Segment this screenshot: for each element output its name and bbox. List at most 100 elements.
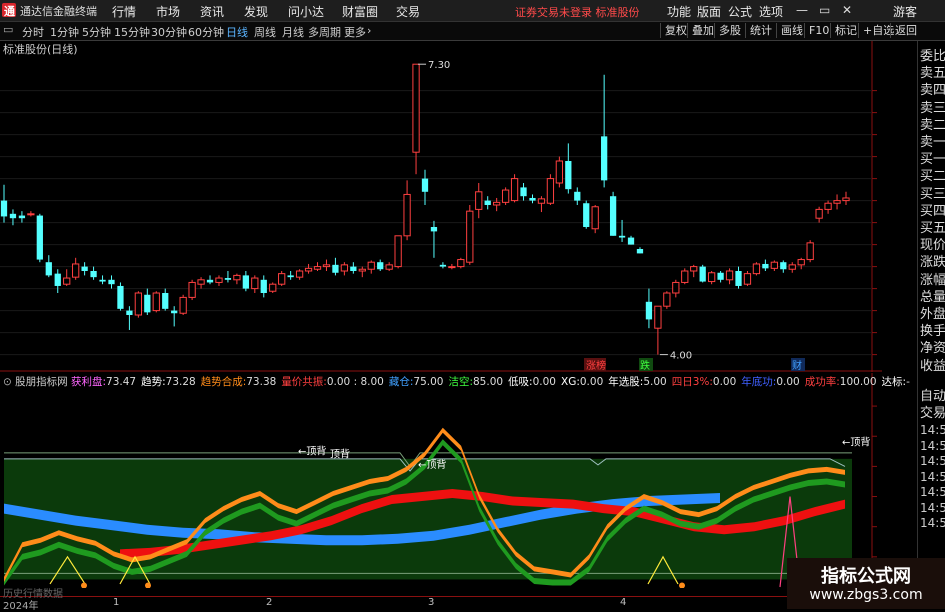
- period-monthly[interactable]: 月线: [282, 24, 304, 40]
- menu-news[interactable]: 资讯: [200, 3, 224, 20]
- side-tab[interactable]: 买三: [920, 183, 945, 202]
- period-daily[interactable]: 日线: [226, 24, 248, 40]
- legend-item: 成功率:100.00: [804, 376, 877, 388]
- marker-fall[interactable]: 跌: [639, 358, 653, 372]
- side-tab[interactable]: 收益: [920, 355, 945, 374]
- chevron-right-icon[interactable]: ›: [367, 24, 371, 37]
- time-label: 14:56: [920, 516, 945, 530]
- user-label[interactable]: 游客: [893, 3, 917, 20]
- candle: [681, 268, 689, 285]
- candle: [609, 191, 617, 236]
- date-month-2: 2: [266, 597, 273, 608]
- legend-item: 达标:-: [881, 376, 910, 388]
- date-month-4: 4: [620, 597, 627, 608]
- divergence-annotation: 顶背: [330, 447, 350, 460]
- divergence-annotation: ←顶背: [418, 458, 446, 471]
- date-month-3: 3: [428, 597, 435, 608]
- side-tab[interactable]: 买五: [920, 217, 945, 236]
- period-1min[interactable]: 1分钟: [50, 24, 79, 40]
- candle: [583, 200, 590, 229]
- menu-layout[interactable]: 版面: [697, 3, 721, 20]
- side-tab[interactable]: 现价: [920, 234, 945, 253]
- candle: [394, 235, 402, 269]
- indicator-panel[interactable]: ←顶背顶背←顶背←顶背 120.00100.0080.0060.0040.002…: [0, 373, 882, 588]
- period-tick[interactable]: 分时: [22, 24, 44, 40]
- side-tab[interactable]: 卖二: [920, 114, 945, 133]
- candle: [152, 291, 160, 313]
- candle: [36, 213, 43, 263]
- candle: [269, 282, 277, 293]
- toolbar-menu-icon[interactable]: ▭: [3, 23, 13, 36]
- menu-function[interactable]: 功能: [667, 3, 691, 20]
- mark-button[interactable]: 标记: [830, 23, 861, 38]
- side-tab[interactable]: 买一: [920, 148, 945, 167]
- close-icon[interactable]: ✕: [842, 3, 852, 17]
- indicator-name: 股朋指标网: [15, 376, 68, 388]
- candle: [555, 156, 563, 188]
- period-30min[interactable]: 30分钟: [151, 24, 187, 40]
- date-axis: 2024年 1 2 3 4: [0, 596, 882, 612]
- app-title: 通达信金融终端: [20, 5, 97, 18]
- side-tab[interactable]: 换手: [920, 320, 945, 339]
- period-weekly[interactable]: 周线: [254, 24, 276, 40]
- side-tab[interactable]: 外盘: [920, 303, 945, 322]
- candlestick-chart[interactable]: 7.006.756.506.256.005.755.505.255.004.75…: [0, 41, 882, 372]
- candle: [752, 262, 761, 276]
- f10-button[interactable]: F10: [804, 23, 833, 38]
- statistics-button[interactable]: 统计: [745, 23, 776, 38]
- period-5min[interactable]: 5分钟: [82, 24, 111, 40]
- marker-rise-list[interactable]: 涨榜: [584, 358, 606, 372]
- side-tab[interactable]: 净资: [920, 337, 945, 356]
- candle: [591, 205, 599, 234]
- side-tab[interactable]: 卖五: [920, 62, 945, 81]
- indicator-legend: ⊙ 股朋指标网 获利盘:73.47 趋势:73.28 趋势合成:73.38 量价共振:…: [3, 374, 910, 388]
- candle: [806, 240, 814, 263]
- period-more[interactable]: 更多: [344, 24, 366, 40]
- svg-text:7.30: 7.30: [428, 60, 450, 71]
- period-60min[interactable]: 60分钟: [188, 24, 224, 40]
- svg-text:跌: 跌: [640, 359, 650, 372]
- menu-options[interactable]: 选项: [759, 3, 783, 20]
- side-tab[interactable]: 总量: [920, 286, 945, 305]
- minimize-icon[interactable]: —: [796, 3, 808, 17]
- menu-bar: 通 通达信金融终端 行情 市场 资讯 发现 问小达 财富圈 交易 证券交易未登录…: [0, 0, 945, 22]
- side-tab[interactable]: 交易: [920, 402, 945, 421]
- restore-icon[interactable]: ▭: [819, 3, 830, 17]
- menu-discover[interactable]: 发现: [244, 3, 268, 20]
- side-tab[interactable]: 委比: [920, 45, 945, 64]
- candle: [457, 257, 465, 269]
- menu-trade[interactable]: 交易: [396, 3, 420, 20]
- marker-finance[interactable]: 财: [791, 358, 805, 372]
- history-data-label: 历史行情数据: [3, 589, 63, 600]
- menu-quotes[interactable]: 行情: [112, 3, 136, 20]
- candle: [743, 271, 752, 286]
- side-tab[interactable]: 买四: [920, 200, 945, 219]
- menu-wealth[interactable]: 财富圈: [342, 3, 378, 20]
- period-multi[interactable]: 多周期: [308, 24, 341, 40]
- legend-item: 低吸:0.00: [508, 376, 556, 388]
- chart-title: 标准股份(日线): [3, 42, 78, 56]
- legend-item: 量价共振:0.00 : 8.00: [281, 376, 384, 388]
- back-button[interactable]: 返回: [890, 23, 921, 38]
- draw-line-button[interactable]: 画线: [776, 23, 807, 38]
- candle: [546, 174, 555, 205]
- side-tab[interactable]: 卖四: [920, 79, 945, 98]
- login-notice[interactable]: 证券交易未登录 标准股份: [515, 4, 640, 20]
- menu-market[interactable]: 市场: [156, 3, 180, 20]
- date-month-1: 1: [113, 597, 120, 608]
- menu-ask[interactable]: 问小达: [288, 3, 324, 20]
- side-tab[interactable]: 涨跌: [920, 251, 945, 270]
- menu-formula[interactable]: 公式: [728, 3, 752, 20]
- period-15min[interactable]: 15分钟: [114, 24, 150, 40]
- period-toolbar: ▭ 分时 1分钟 5分钟 15分钟 30分钟 60分钟 日线 周线 月线 多周期…: [0, 22, 945, 41]
- candle: [699, 264, 706, 283]
- side-tab[interactable]: 涨幅: [920, 269, 945, 288]
- candle: [510, 174, 519, 203]
- legend-item: 洁空:85.00: [448, 376, 504, 388]
- side-tab[interactable]: 卖一: [920, 131, 945, 150]
- legend-icon[interactable]: ⊙: [3, 376, 15, 388]
- multi-stock-button[interactable]: 多股: [714, 23, 745, 38]
- side-tab[interactable]: 买二: [920, 165, 945, 184]
- side-tab[interactable]: 卖三: [920, 97, 945, 116]
- time-label: 14:56: [920, 469, 945, 484]
